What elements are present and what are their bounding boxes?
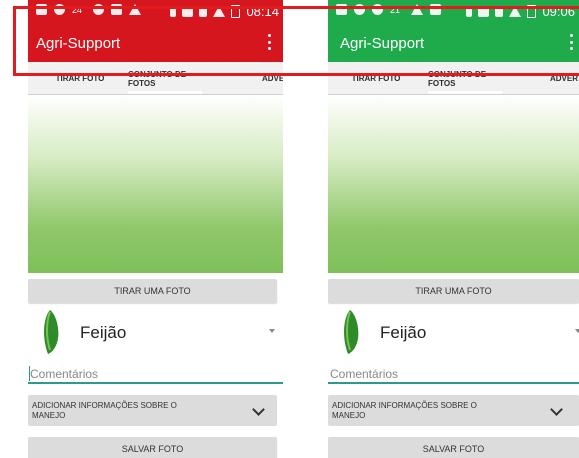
camera-preview (28, 95, 283, 273)
tab-label: CONJUNTO DE FOTOS (128, 70, 187, 88)
tab-label: ADVER (261, 74, 283, 83)
tab-bar: TIRAR FOTO CONJUNTO DE FOTOS ADVER (328, 62, 579, 95)
back-icon (336, 4, 347, 15)
weather-icon (410, 4, 423, 15)
crop-name: Feijão (80, 323, 127, 342)
bluetooth-icon (170, 6, 177, 17)
overflow-menu-icon[interactable] (267, 34, 271, 50)
clock: 08:14 (246, 4, 279, 19)
app-bar: Agri-Support (328, 22, 579, 62)
save-photo-button[interactable]: SALVAR FOTO (28, 437, 277, 458)
tab-tirar-foto[interactable]: TIRAR FOTO (330, 62, 422, 94)
image-icon (429, 4, 441, 15)
phone-screen-red: 24° 08:14 Agri-Support TIRAR FOTO CONJUN… (28, 0, 283, 458)
add-management-info-label: ADICIONAR INFORMAÇÕES SOBRE O MANEJO (32, 401, 177, 420)
tab-label: CONJUNTO DE FOTOS (428, 70, 487, 88)
add-management-info-label: ADICIONAR INFORMAÇÕES SOBRE O MANEJO (332, 401, 477, 420)
save-photo-button[interactable]: SALVAR FOTO (328, 437, 579, 458)
crop-name: Feijão (380, 323, 427, 342)
tab-label: ADVER (550, 74, 579, 83)
signal-icon (213, 6, 226, 17)
tab-tirar-foto[interactable]: TIRAR FOTO (34, 62, 126, 94)
4g-icon (199, 6, 208, 17)
comments-field[interactable] (28, 366, 283, 384)
weather-icon (128, 4, 141, 15)
4g-icon (495, 6, 504, 17)
tab-adver[interactable]: ADVER (246, 62, 283, 94)
signal-icon (509, 6, 522, 17)
location-icon (354, 4, 365, 15)
nfc-icon (182, 6, 194, 17)
tab-label: TIRAR FOTO (55, 74, 105, 83)
tab-bar: TIRAR FOTO CONJUNTO DE FOTOS ADVER (28, 62, 283, 95)
take-photo-button[interactable]: TIRAR UMA FOTO (28, 279, 277, 303)
app-bar: Agri-Support (28, 22, 283, 62)
crop-selector[interactable]: Feijão (328, 306, 579, 360)
image-icon (110, 4, 122, 15)
tab-conjunto-de-fotos[interactable]: CONJUNTO DE FOTOS (428, 62, 502, 94)
dropdown-caret-icon[interactable] (269, 329, 275, 333)
green-bean-icon (44, 310, 59, 354)
green-bean-icon (344, 310, 359, 354)
add-management-info-button[interactable]: ADICIONAR INFORMAÇÕES SOBRE O MANEJO (328, 395, 579, 426)
comments-field[interactable] (328, 366, 579, 384)
clock: 09:06 (542, 4, 575, 19)
app-title: Agri-Support (36, 35, 121, 52)
battery-icon (231, 5, 241, 18)
camera-preview (328, 95, 579, 273)
tab-conjunto-de-fotos[interactable]: CONJUNTO DE FOTOS (128, 62, 202, 94)
alarm-icon (372, 4, 383, 15)
nfc-icon (478, 6, 490, 17)
status-bar: 24° 08:14 (28, 0, 283, 22)
bluetooth-icon (466, 6, 473, 17)
back-icon (36, 4, 47, 15)
tab-label: TIRAR FOTO (351, 74, 401, 83)
status-bar: 21° 09:06 (328, 0, 579, 22)
usb-icon (54, 4, 65, 15)
temperature: 24° (72, 4, 86, 15)
tab-adver[interactable]: ADVER (550, 62, 579, 94)
app-title: Agri-Support (340, 35, 425, 52)
battery-icon (527, 5, 537, 18)
take-photo-button[interactable]: TIRAR UMA FOTO (328, 279, 579, 303)
text-cursor (29, 366, 30, 381)
phone-screen-green: 21° 09:06 Agri-Support TIRAR FOTO CONJUN… (328, 0, 579, 458)
add-management-info-button[interactable]: ADICIONAR INFORMAÇÕES SOBRE O MANEJO (28, 395, 277, 426)
chevron-down-icon[interactable] (550, 403, 563, 416)
crop-selector[interactable]: Feijão (28, 306, 283, 360)
overflow-menu-icon[interactable] (569, 34, 573, 50)
dropdown-caret-icon[interactable] (575, 329, 579, 333)
alarm-icon (92, 4, 104, 15)
temperature: 21° (390, 4, 404, 15)
chevron-down-icon[interactable] (252, 403, 265, 416)
